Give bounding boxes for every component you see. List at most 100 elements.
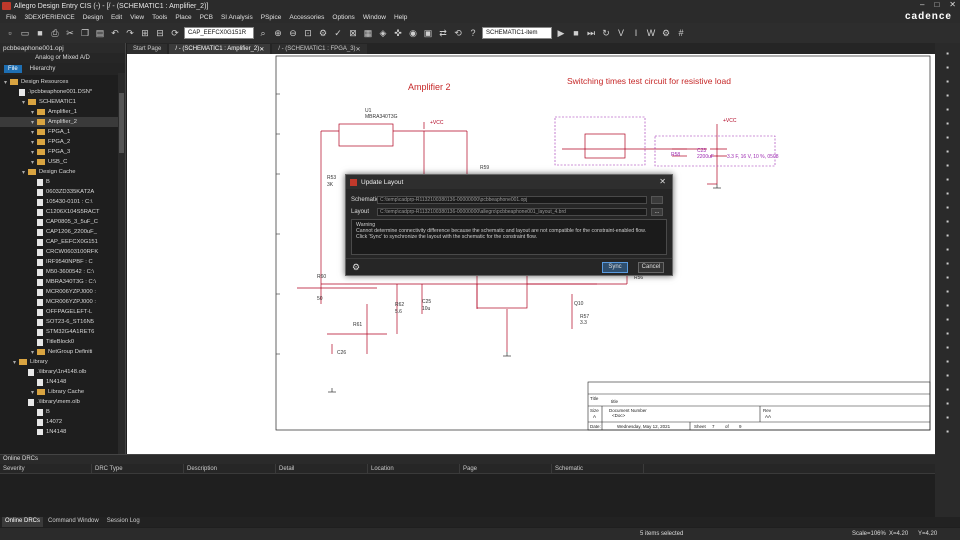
tab-close-icon[interactable]: ✕ <box>259 46 264 53</box>
search-icon[interactable]: ⌕ <box>257 27 269 39</box>
menu-si-analysis[interactable]: SI Analysis <box>221 14 253 21</box>
tree-item[interactable]: 1N4148 <box>0 427 125 435</box>
tree-item[interactable]: ▾ Design Cache <box>0 167 125 177</box>
image-tool-icon[interactable]: ▪ <box>942 299 954 311</box>
tree-item[interactable]: CAP_EEFCX0G151 <box>0 237 125 247</box>
doc-tab[interactable]: / - (SCHEMATIC1 : FPGA_3) ✕ <box>272 44 367 54</box>
arc-tool-icon[interactable]: ▪ <box>942 271 954 283</box>
zoom-fit-icon[interactable]: ⊡ <box>302 27 314 39</box>
tree-item[interactable]: MCR006YZPJ000 : <box>0 287 125 297</box>
settings-gear-icon[interactable]: ⚙ <box>352 262 362 272</box>
grid-tool-icon[interactable]: ▪ <box>942 411 954 423</box>
cut-icon[interactable]: ✂ <box>64 27 76 39</box>
pspice-icon[interactable]: ◈ <box>377 27 389 39</box>
off-page-tool-icon[interactable]: ▪ <box>942 173 954 185</box>
tree-item[interactable]: .\library\mem.olb <box>0 397 125 407</box>
part-select[interactable]: CAP_EEFCX0G151R <box>184 27 254 39</box>
sync-button[interactable]: Sync <box>602 262 628 273</box>
tree-item[interactable]: IRF9540NPBF : C <box>0 257 125 267</box>
marker-power-icon[interactable]: W <box>645 27 657 39</box>
run-icon[interactable]: ↻ <box>600 27 612 39</box>
port-tool-icon[interactable]: ▪ <box>942 187 954 199</box>
maximize-icon[interactable]: □ <box>934 0 939 9</box>
bus-tool-icon[interactable]: ▪ <box>942 75 954 87</box>
bom-icon[interactable]: ▦ <box>362 27 374 39</box>
tab-hierarchy[interactable]: Hierarchy <box>26 65 60 73</box>
menu-help[interactable]: Help <box>394 14 407 21</box>
tree-item[interactable]: 105430-0101 : C:\ <box>0 197 125 207</box>
tree-item[interactable]: CRCW0603100RFK <box>0 247 125 257</box>
part-tool-icon[interactable]: ▪ <box>942 159 954 171</box>
measure-tool-icon[interactable]: ▪ <box>942 383 954 395</box>
menu-window[interactable]: Window <box>363 14 386 21</box>
menu-view[interactable]: View <box>130 14 144 21</box>
drc-col-schematic[interactable]: Schematic <box>552 464 644 473</box>
crossprobe-icon[interactable]: ⇄ <box>437 27 449 39</box>
tree-item[interactable]: 14072 <box>0 417 125 427</box>
drc-col-description[interactable]: Description <box>184 464 276 473</box>
layout-icon[interactable]: ▣ <box>422 27 434 39</box>
help-icon[interactable]: ? <box>467 27 479 39</box>
tab-close-icon[interactable]: ✕ <box>356 46 361 53</box>
probe-icon[interactable]: ✜ <box>392 27 404 39</box>
rectangle-tool-icon[interactable]: ▪ <box>942 243 954 255</box>
marker-current-icon[interactable]: I <box>630 27 642 39</box>
schematic-browse-button[interactable] <box>651 196 663 204</box>
menu-pspice[interactable]: PSpice <box>261 14 282 21</box>
tree-item[interactable]: .\pcbbeaphone001.DSN* <box>0 87 125 97</box>
close-icon[interactable]: ✕ <box>949 0 956 9</box>
copy-icon[interactable]: ❐ <box>79 27 91 39</box>
view-select[interactable]: SCHEMATIC1-item <box>482 27 552 39</box>
tab-file[interactable]: File <box>4 65 22 73</box>
menu-tools[interactable]: Tools <box>152 14 167 21</box>
tree-item[interactable]: C1206X104S5RACT <box>0 207 125 217</box>
tree-item[interactable]: ▾ USB_C <box>0 157 125 167</box>
tree-item[interactable]: ▾ FPGA_3 <box>0 147 125 157</box>
tree-item[interactable]: SOT23-6_ST16N5 <box>0 317 125 327</box>
tree-item[interactable]: STM32G4A1RET6 <box>0 327 125 337</box>
doc-tab[interactable]: / - (SCHEMATIC1 : Amplifier_2) ✕ <box>169 44 271 54</box>
line-tool-icon[interactable]: ▪ <box>942 215 954 227</box>
tree-item[interactable]: ▾ FPGA_1 <box>0 127 125 137</box>
drc-col-severity[interactable]: Severity <box>0 464 92 473</box>
redo-icon[interactable]: ↷ <box>124 27 136 39</box>
layout-path-field[interactable]: C:\temp\cadprp-R1132100380136-00000000\a… <box>377 208 647 216</box>
schematic-path-field[interactable]: C:\temp\cadprp-R1132100380136-00000000\p… <box>377 196 647 204</box>
layout-browse-button[interactable]: ... <box>651 208 663 216</box>
wire-icon[interactable]: ⊟ <box>154 27 166 39</box>
new-icon[interactable]: ▫ <box>4 27 16 39</box>
net-alias-tool-icon[interactable]: ▪ <box>942 117 954 129</box>
netgroup-tool-icon[interactable]: ▪ <box>942 313 954 325</box>
junction-tool-icon[interactable]: ▪ <box>942 89 954 101</box>
tree-item[interactable]: ▾ Library <box>0 357 125 367</box>
bus-entry-tool-icon[interactable]: ▪ <box>942 103 954 115</box>
ground-tool-icon[interactable]: ▪ <box>942 145 954 157</box>
step-icon[interactable]: ⏭ <box>585 27 597 39</box>
drc-icon[interactable]: ✓ <box>332 27 344 39</box>
menu-place[interactable]: Place <box>175 14 191 21</box>
tree-item[interactable]: OFFPAGELEFT-L <box>0 307 125 317</box>
grid-icon[interactable]: # <box>675 27 687 39</box>
menu-pcb[interactable]: PCB <box>200 14 213 21</box>
layer-tool-icon[interactable]: ▪ <box>942 425 954 437</box>
sync-icon[interactable]: ⟲ <box>452 27 464 39</box>
tree-item[interactable]: ▾ SCHEMATIC1 <box>0 97 125 107</box>
menu-edit[interactable]: Edit <box>111 14 122 21</box>
tree-item[interactable]: CAP0805_3_5uF_C <box>0 217 125 227</box>
tree-item[interactable]: ▾ Library Cache <box>0 387 125 397</box>
place-icon[interactable]: ⊞ <box>139 27 151 39</box>
tree-item[interactable]: ▾ Amplifier_2 <box>0 117 125 127</box>
drc-col-type[interactable]: DRC Type <box>92 464 184 473</box>
drc-col-page[interactable]: Page <box>460 464 552 473</box>
tab-online-drcs[interactable]: Online DRCs <box>2 517 44 527</box>
save-icon[interactable]: ■ <box>34 27 46 39</box>
power-tool-icon[interactable]: ▪ <box>942 131 954 143</box>
tab-session-log[interactable]: Session Log <box>104 517 143 527</box>
pan-tool-icon[interactable]: ▪ <box>942 369 954 381</box>
drc-col-location[interactable]: Location <box>368 464 460 473</box>
zoom-tool-icon[interactable]: ▪ <box>942 355 954 367</box>
drc-col-detail[interactable]: Detail <box>276 464 368 473</box>
tree-item[interactable]: B <box>0 407 125 417</box>
tree-item[interactable]: ▾ Design Resources <box>0 77 125 87</box>
annotate-icon[interactable]: ⚙ <box>317 27 329 39</box>
